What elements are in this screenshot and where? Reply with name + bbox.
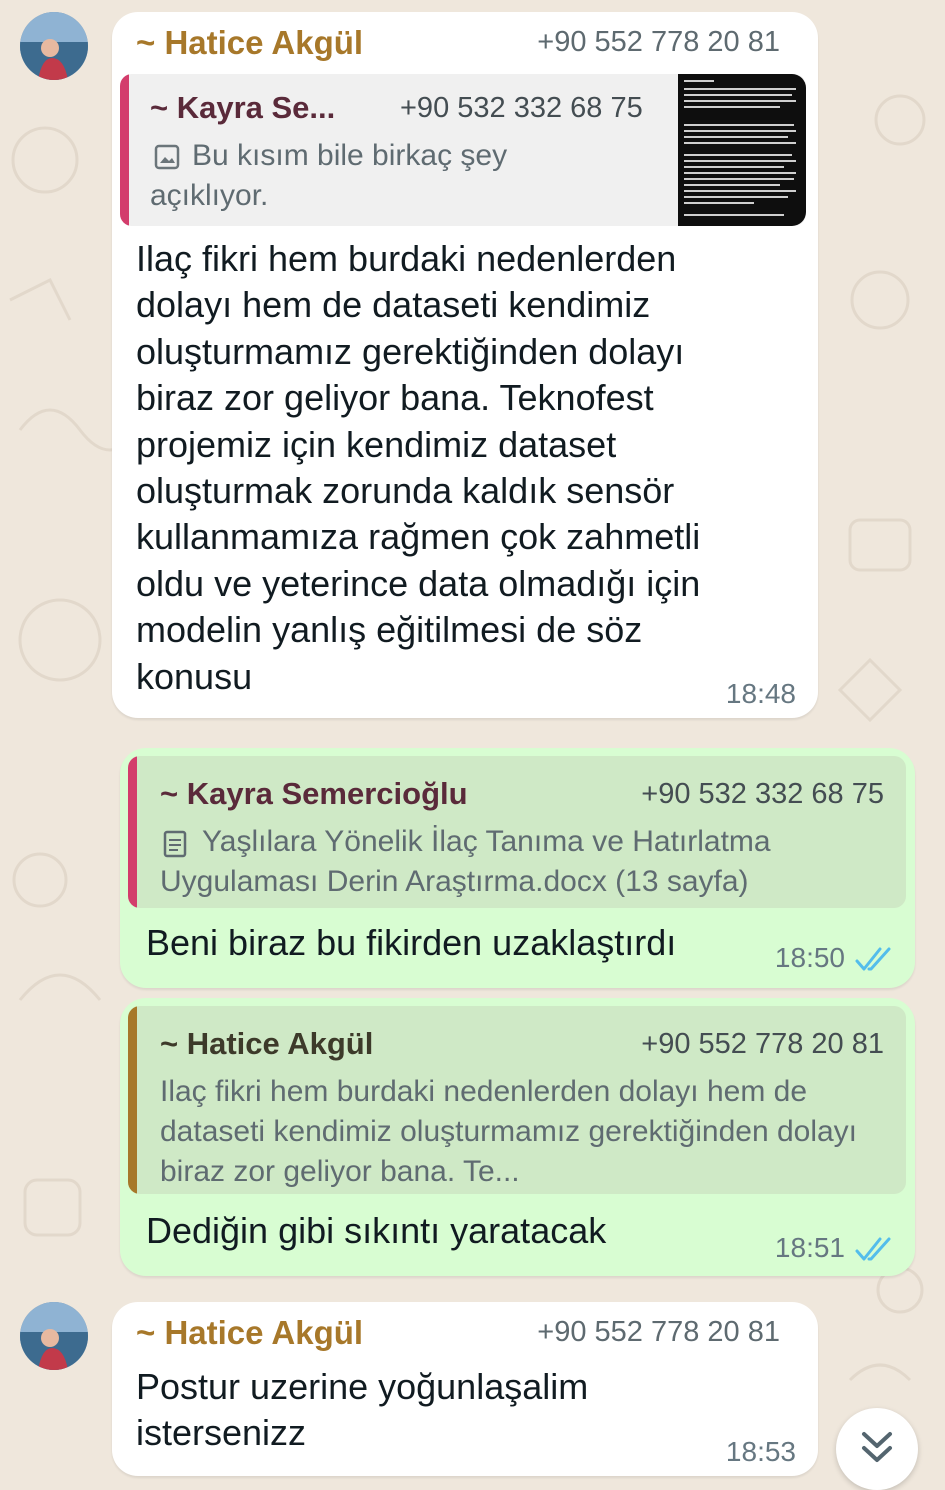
message-bubble-outgoing[interactable]: ~ Kayra Semercioğlu +90 532 332 68 75 Ya… — [120, 748, 915, 988]
quote-sender-phone: +90 532 332 68 75 — [641, 778, 884, 810]
sender-phone: +90 552 778 20 81 — [537, 1316, 780, 1348]
scroll-to-bottom-button[interactable] — [836, 1408, 918, 1490]
avatar-photo — [20, 12, 88, 80]
sender-name[interactable]: ~ Hatice Akgül — [136, 1314, 363, 1352]
message-time: 18:50 — [774, 942, 845, 973]
message-time: 18:48 — [725, 678, 796, 709]
message-text: Postur uzerine yoğunlaşalim istersenizz — [136, 1366, 589, 1454]
quote-text: Yaşlılara Yönelik İlaç Tanıma ve Hatırla… — [160, 825, 771, 898]
message-text: Ilaç fikri hem burdaki nedenlerden dolay… — [136, 238, 701, 697]
chevron-double-down-icon — [862, 1432, 892, 1462]
message-time: 18:51 — [774, 1232, 845, 1263]
message-bubble-incoming[interactable]: ~ Hatice Akgül +90 552 778 20 81 Postur … — [112, 1302, 818, 1476]
quote-sender-name: ~ Kayra Se... — [150, 90, 336, 125]
quote-document-thumbnail — [678, 74, 806, 226]
quote-sender-name: ~ Hatice Akgül — [160, 1026, 374, 1061]
quote-text: Ilaç fikri hem burdaki nedenlerden dolay… — [160, 1075, 858, 1188]
message-text: Beni biraz bu fikirden uzaklaştırdı — [146, 922, 677, 963]
quote-accent-bar — [128, 1006, 137, 1194]
sender-avatar[interactable] — [20, 12, 88, 80]
message-text: Dediğin gibi sıkıntı yaratacak — [146, 1210, 607, 1251]
quote-sender-phone: +90 532 332 68 75 — [400, 92, 643, 124]
sender-avatar[interactable] — [20, 1302, 88, 1370]
sender-name[interactable]: ~ Hatice Akgül — [136, 24, 363, 62]
read-double-check-icon — [855, 1237, 891, 1261]
quote-accent-bar — [120, 74, 129, 226]
quote-sender-name: ~ Kayra Semercioğlu — [160, 776, 468, 811]
quote-text: Bu kısım bile birkaç şey açıklıyor. — [150, 139, 508, 212]
sender-phone: +90 552 778 20 81 — [537, 26, 780, 58]
quoted-message[interactable]: ~ Kayra Se... +90 532 332 68 75 Bu kısım… — [120, 74, 806, 226]
message-bubble-outgoing[interactable]: ~ Hatice Akgül +90 552 778 20 81 Ilaç fi… — [120, 998, 915, 1276]
quoted-message[interactable]: ~ Kayra Semercioğlu +90 532 332 68 75 Ya… — [128, 756, 906, 908]
avatar-photo — [20, 1302, 88, 1370]
message-time: 18:53 — [725, 1436, 796, 1467]
quote-sender-phone: +90 552 778 20 81 — [641, 1028, 884, 1060]
quote-accent-bar — [128, 756, 137, 908]
read-double-check-icon — [855, 947, 891, 971]
message-bubble-incoming[interactable]: ~ Hatice Akgül +90 552 778 20 81 ~ Kayra… — [112, 12, 818, 718]
quoted-message[interactable]: ~ Hatice Akgül +90 552 778 20 81 Ilaç fi… — [128, 1006, 906, 1194]
